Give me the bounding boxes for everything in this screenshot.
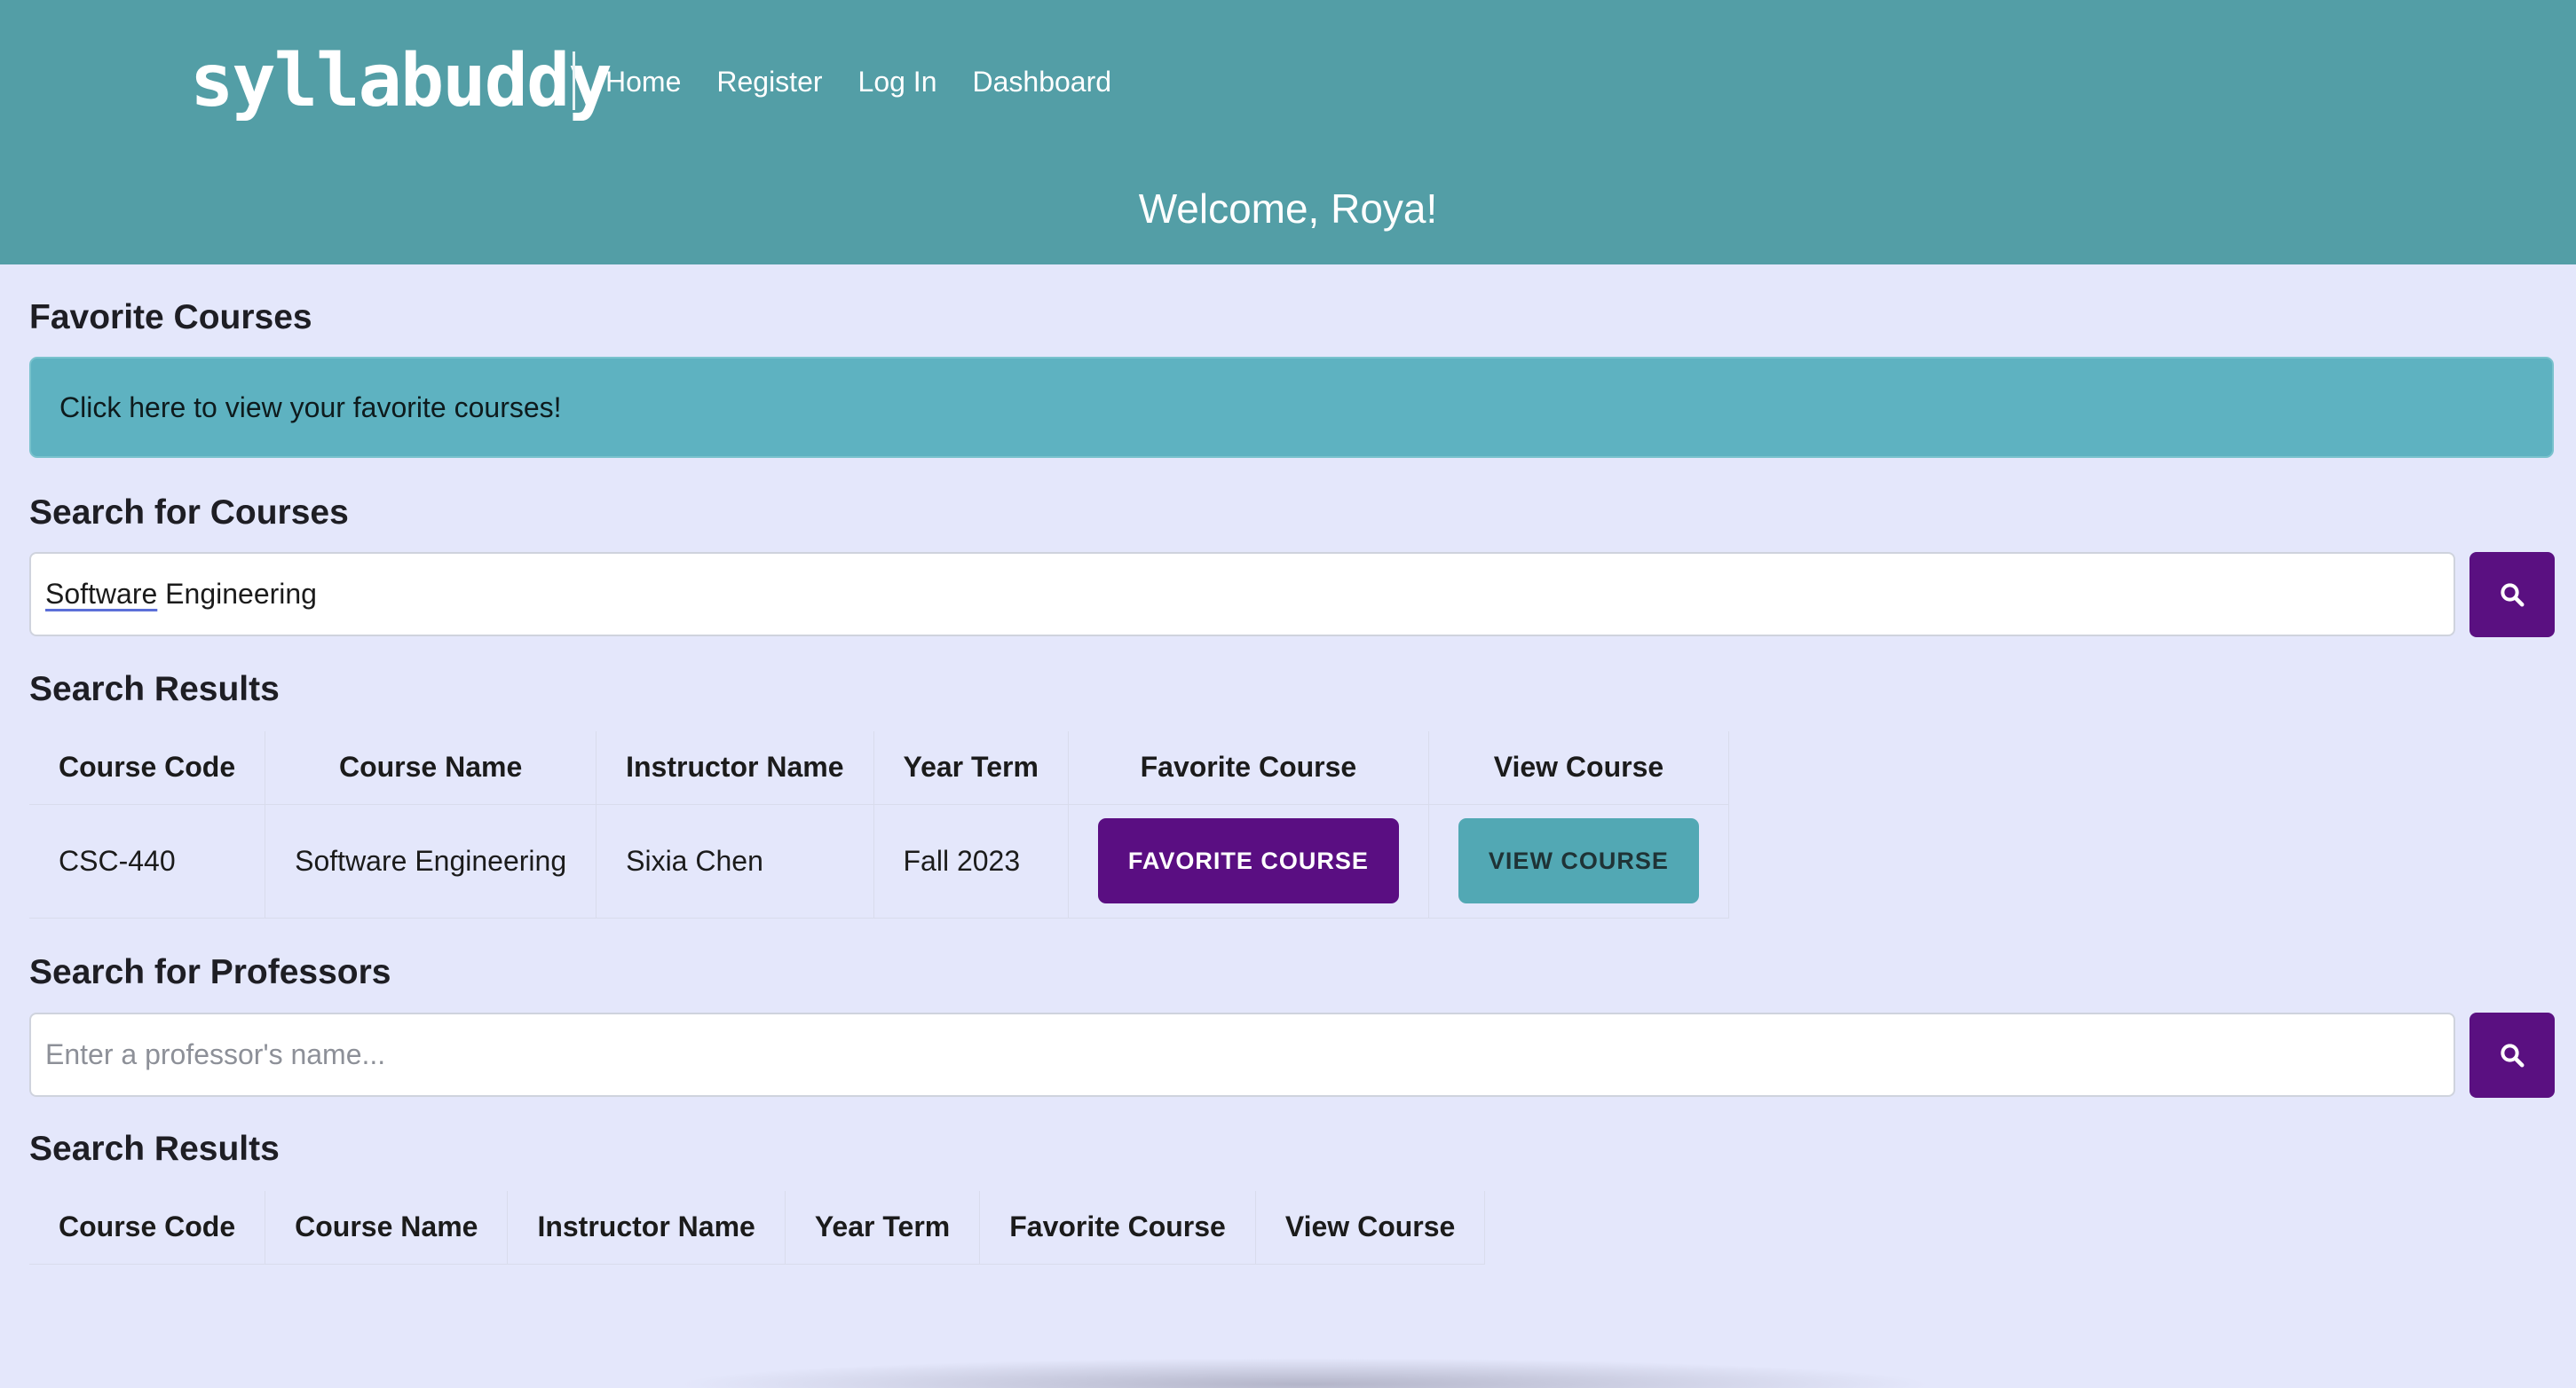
- cell-view-course: VIEW COURSE: [1427, 803, 1729, 919]
- search-icon: [2501, 1044, 2525, 1068]
- course-search-value-misspelled: Software: [45, 578, 158, 610]
- column-header-course-code: Course Code: [29, 1191, 266, 1265]
- favorite-course-button[interactable]: FAVORITE COURSE: [1097, 818, 1399, 903]
- professor-results-heading: Search Results: [29, 1130, 280, 1168]
- column-header-instructor-name: Instructor Name: [507, 1191, 786, 1265]
- course-search-input[interactable]: Software Engineering: [29, 552, 2455, 636]
- app-screen: syllabuddy Home Register Log In Dashboar…: [0, 0, 2576, 1388]
- professor-search-button[interactable]: [2469, 1013, 2555, 1098]
- course-results-heading: Search Results: [29, 670, 280, 708]
- course-search-heading: Search for Courses: [29, 493, 349, 532]
- professor-search-input[interactable]: [29, 1013, 2455, 1097]
- table-header-row: Course Code Course Name Instructor Name …: [29, 731, 1729, 805]
- column-header-favorite-course: Favorite Course: [1067, 731, 1429, 805]
- column-header-view-course: View Course: [1427, 731, 1729, 805]
- column-header-favorite-course: Favorite Course: [979, 1191, 1256, 1265]
- nav-login-link[interactable]: Log In: [858, 60, 937, 103]
- course-results-table: Course Code Course Name Instructor Name …: [29, 731, 1729, 919]
- search-icon: [2501, 583, 2525, 607]
- logo[interactable]: syllabuddy: [190, 37, 612, 126]
- favorite-courses-banner[interactable]: Click here to view your favorite courses…: [29, 357, 2554, 458]
- cell-instructor-name: Sixia Chen: [596, 803, 874, 919]
- course-search-button[interactable]: [2469, 552, 2555, 637]
- professor-search-heading: Search for Professors: [29, 953, 391, 991]
- nav-register-link[interactable]: Register: [716, 60, 822, 103]
- header: syllabuddy Home Register Log In Dashboar…: [0, 0, 2576, 264]
- cell-favorite-course: FAVORITE COURSE: [1067, 803, 1429, 919]
- column-header-course-code: Course Code: [29, 731, 266, 805]
- logo-text: syllabuddy: [190, 39, 612, 123]
- nav-home-link[interactable]: Home: [605, 60, 681, 103]
- cell-course-name: Software Engineering: [265, 803, 597, 919]
- column-header-instructor-name: Instructor Name: [596, 731, 874, 805]
- cell-course-code: CSC-440: [29, 803, 266, 919]
- column-header-year-term: Year Term: [873, 731, 1069, 805]
- table-row: CSC-440 Software Engineering Sixia Chen …: [29, 803, 1729, 919]
- view-course-button[interactable]: VIEW COURSE: [1458, 818, 1699, 903]
- bottom-shadow: [675, 1358, 1935, 1388]
- course-search-value-rest: Engineering: [157, 578, 317, 610]
- nav-dashboard-link[interactable]: Dashboard: [972, 60, 1111, 103]
- cell-year-term: Fall 2023: [873, 803, 1069, 919]
- column-header-course-name: Course Name: [265, 731, 597, 805]
- professor-results-table: Course Code Course Name Instructor Name …: [29, 1191, 1486, 1265]
- column-header-view-course: View Course: [1254, 1191, 1486, 1265]
- table-header-row: Course Code Course Name Instructor Name …: [29, 1191, 1486, 1265]
- favorite-courses-heading: Favorite Courses: [29, 298, 312, 336]
- logo-divider: [573, 51, 575, 110]
- column-header-course-name: Course Name: [265, 1191, 509, 1265]
- welcome-message: Welcome, Roya!: [1138, 185, 1438, 232]
- main-nav: Home Register Log In Dashboard: [605, 60, 1111, 103]
- column-header-year-term: Year Term: [784, 1191, 981, 1265]
